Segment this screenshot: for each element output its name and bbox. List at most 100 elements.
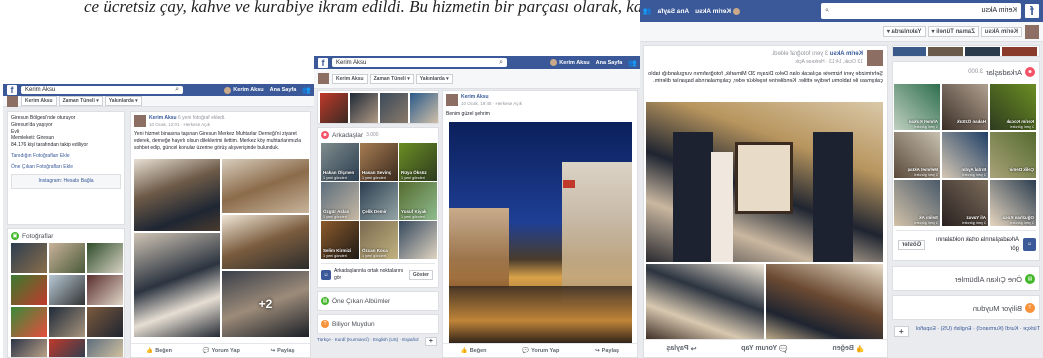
friend-tile[interactable]: Yusuf Kiyak 1 yeni gönderi: [399, 182, 437, 220]
show-button[interactable]: Göster: [408, 269, 433, 280]
show-button[interactable]: Göster: [898, 239, 926, 250]
avatar[interactable]: [867, 50, 883, 66]
post-meta[interactable]: 10 Ocak, 12:01 · Herkese Açık: [149, 122, 210, 128]
like-button[interactable]: 👍 Beğen: [461, 348, 487, 354]
add-language-button[interactable]: +: [424, 337, 437, 346]
language-links[interactable]: Türkçe · Kurdî (Kurmancî) · English (US)…: [317, 337, 425, 343]
search-input[interactable]: Kerim Aksu ⌕: [821, 3, 1021, 19]
photo-thumbnail[interactable]: [928, 47, 963, 57]
photo-thumbnail[interactable]: [87, 339, 123, 357]
photo-thumbnail[interactable]: [320, 93, 348, 123]
like-button[interactable]: 👍 Beğen: [833, 345, 865, 353]
friend-tile[interactable]: Selim Ak 1 yeni gönderi: [894, 180, 940, 226]
photo-thumbnail[interactable]: [410, 93, 438, 123]
nav-home-link[interactable]: Ana Sayfa: [596, 60, 623, 66]
photo-thumbnail[interactable]: [11, 275, 47, 305]
friend-tile[interactable]: Ahmet Kırkan 1 yeni gönderi: [894, 84, 940, 130]
photo-thumbnail[interactable]: [49, 339, 85, 357]
friend-tile[interactable]: Selim Kirmizi 1 yeni gönderi: [321, 221, 359, 259]
post-author[interactable]: Kerim Aksu: [830, 51, 863, 57]
tab-timeline[interactable]: Zaman Tüneli ▾: [927, 26, 979, 37]
photo-thumbnail[interactable]: [893, 47, 926, 57]
nav-profile-link[interactable]: Kerim Aksu: [550, 59, 590, 66]
post-photo[interactable]: [766, 264, 883, 340]
photo-thumbnail[interactable]: [11, 243, 47, 273]
friends-header[interactable]: ☻ Arkadaşlar 3.000: [318, 128, 438, 142]
nav-profile-link[interactable]: Kerim Aksu: [224, 86, 264, 94]
search-icon[interactable]: ⌕: [499, 59, 503, 67]
featured-albums-card[interactable]: ▤ Öne Çıkan Albümler: [892, 266, 1040, 291]
friend-tile[interactable]: Çelik Demir: [360, 182, 398, 220]
photo-thumbnail[interactable]: [87, 243, 123, 273]
nav-profile-link[interactable]: Kerim Aksu: [695, 7, 741, 15]
friend-tile[interactable]: Erdal Aydın 1 yeni gönderi: [942, 132, 988, 178]
friend-tile[interactable]: Özgür Aslan 1 yeni gönderi: [321, 182, 359, 220]
friend-tile[interactable]: [399, 221, 437, 259]
post-photo[interactable]: [646, 264, 764, 340]
tab-timeline[interactable]: Zaman Tüneli ▾: [58, 96, 103, 106]
friend-requests-icon[interactable]: 👥: [643, 7, 652, 15]
facebook-logo[interactable]: f: [318, 57, 328, 68]
photo-thumbnail[interactable]: [350, 93, 378, 123]
friend-requests-icon[interactable]: 👥: [302, 86, 311, 94]
post-photo[interactable]: [449, 122, 632, 344]
friend-tile[interactable]: Oğuzhan Koca 1 yeni gönderi: [990, 180, 1036, 226]
post-meta[interactable]: 10 Ocak, 19:45 · Herkese Açık: [461, 101, 522, 107]
post-photo[interactable]: [222, 159, 309, 213]
photo-thumbnail[interactable]: [380, 93, 408, 123]
tab-nearby[interactable]: Yakınlarda ▾: [415, 73, 453, 84]
did-you-know-card[interactable]: ? Biliyor Muydun: [317, 314, 439, 334]
add-photos-link[interactable]: Tanıdığın Fotoğrafları Ekle: [11, 153, 121, 160]
did-you-know-card[interactable]: ? Biliyor Muydun: [892, 295, 1040, 320]
friend-tile[interactable]: Kerim Kocak 1 yeni gönderi: [990, 84, 1036, 130]
language-links[interactable]: Türkçe · Kurdî (Kurmancî) · English (US)…: [909, 326, 1040, 333]
photos-header[interactable]: ▣ Fotoğraflar: [8, 229, 124, 243]
photo-thumbnail[interactable]: [11, 339, 47, 357]
post-author[interactable]: Kerim Aksu: [149, 115, 177, 121]
friend-tile[interactable]: Hakan Ölçmen 1 yeni gönderi: [321, 143, 359, 181]
tab-profile[interactable]: Kerim Aksu: [332, 73, 368, 84]
friend-tile[interactable]: Rüya Öksüz 1 yeni gönderi: [399, 143, 437, 181]
search-icon[interactable]: ⌕: [175, 86, 179, 94]
search-icon[interactable]: ⌕: [825, 7, 829, 15]
nav-home-link[interactable]: Ana Sayfa: [270, 87, 297, 93]
tab-nearby[interactable]: Yakınlarda ▾: [882, 26, 926, 37]
photo-thumbnail[interactable]: [965, 47, 1000, 57]
nav-home-link[interactable]: Ana Sayfa: [658, 8, 689, 15]
tab-nearby[interactable]: Yakınlarda ▾: [104, 96, 142, 106]
tab-timeline[interactable]: Zaman Tüneli ▾: [369, 73, 414, 84]
photo-thumbnail[interactable]: [11, 307, 47, 337]
friend-tile[interactable]: Ali Yavuz 1 yeni gönderi: [942, 180, 988, 226]
photo-thumbnail[interactable]: [1002, 47, 1037, 57]
like-button[interactable]: 👍 Beğen: [146, 348, 172, 354]
search-input[interactable]: Kerim Aksu ⌕: [21, 85, 183, 95]
add-language-button[interactable]: +: [894, 326, 909, 337]
post-author[interactable]: Kerim Aksu: [461, 94, 489, 101]
featured-photos-link[interactable]: Öne Çıkan Fotoğrafları Ekle: [11, 164, 121, 171]
comment-button[interactable]: 💬 Yorum Yap: [522, 348, 559, 354]
friend-tile[interactable]: Çelik Demir: [990, 132, 1036, 178]
friend-tile[interactable]: Özcan Koca 1 yeni gönderi: [360, 221, 398, 259]
instagram-button[interactable]: Instagram: Hesabı Bağla: [11, 174, 121, 189]
share-button[interactable]: ↪ Paylaş: [595, 348, 619, 354]
photo-thumbnail[interactable]: [87, 275, 123, 305]
post-photo[interactable]: [134, 233, 220, 337]
post-photo[interactable]: +2: [222, 271, 309, 337]
search-input[interactable]: Kerim Aksu ⌕: [332, 57, 507, 68]
photo-thumbnail[interactable]: [49, 243, 85, 273]
post-photo[interactable]: [646, 102, 883, 262]
friend-tile[interactable]: Mehmet Aktaş 1 yeni gönderi: [894, 132, 940, 178]
tab-profile[interactable]: Kerim Aksu: [980, 26, 1022, 37]
tab-profile[interactable]: Kerim Aksu: [21, 96, 57, 106]
photo-thumbnail[interactable]: [49, 307, 85, 337]
photo-thumbnail[interactable]: [49, 275, 85, 305]
facebook-logo[interactable]: f: [7, 85, 17, 95]
post-meta[interactable]: 13 Ocak, 14:13 · Herkese Açık: [795, 59, 863, 66]
comment-button[interactable]: 💬 Yorum Yap: [203, 348, 240, 354]
share-button[interactable]: ↪ Paylaş: [666, 345, 696, 353]
avatar[interactable]: [134, 115, 146, 127]
post-photo[interactable]: [134, 159, 220, 231]
featured-albums-card[interactable]: ▤ Öne Çıkan Albümler: [317, 291, 439, 311]
share-button[interactable]: ↪ Paylaş: [271, 348, 295, 354]
photo-thumbnail[interactable]: [87, 307, 123, 337]
